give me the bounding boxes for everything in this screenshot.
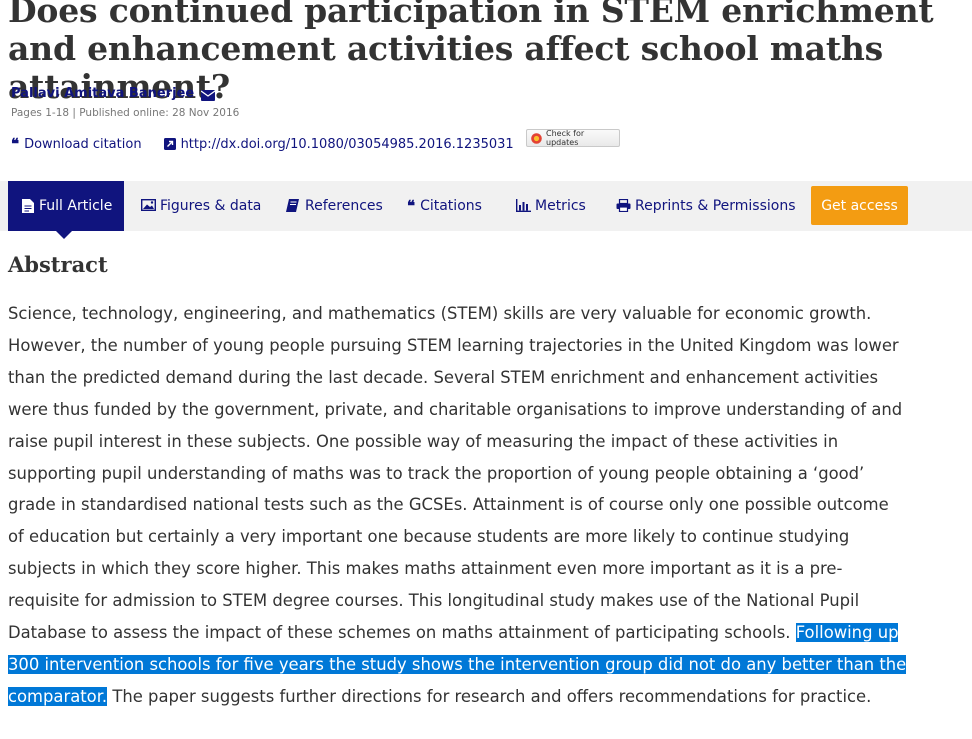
article-links: ❝ Download citation http://dx.doi.org/10… [11, 134, 514, 154]
check-for-updates-button[interactable]: Check for updates [526, 129, 620, 147]
abstract-heading: Abstract [8, 252, 108, 277]
check-for-updates-label: Check for updates [546, 129, 585, 147]
image-icon [140, 198, 157, 213]
quote-icon: ❝ [407, 197, 416, 215]
quote-icon: ❝ [11, 135, 20, 153]
doi-label: http://dx.doi.org/10.1080/03054985.2016.… [180, 136, 514, 152]
author-row: Pallavi Amitava Banerjee [11, 84, 216, 102]
author-link[interactable]: Pallavi Amitava Banerjee [11, 86, 194, 101]
download-citation-label: Download citation [24, 136, 142, 152]
print-icon [616, 198, 631, 213]
abstract-text-start: Science, technology, engineering, and ma… [8, 304, 903, 643]
tab-figures-data-label: Figures & data [160, 198, 262, 214]
bar-chart-icon [516, 199, 531, 213]
tab-full-article[interactable]: Full Article [8, 181, 124, 239]
tab-metrics-label: Metrics [535, 198, 586, 214]
external-link-icon [163, 138, 176, 150]
crossmark-icon [531, 132, 542, 144]
document-icon [22, 199, 34, 213]
book-icon [286, 199, 300, 213]
tab-figures-data[interactable]: Figures & data [140, 181, 262, 231]
envelope-icon[interactable] [200, 88, 216, 101]
tab-citations-label: Citations [420, 198, 482, 214]
download-citation-link[interactable]: ❝ Download citation [11, 137, 142, 152]
tab-reprints-label: Reprints & Permissions [635, 198, 796, 214]
abstract-text: Science, technology, engineering, and ma… [8, 298, 908, 713]
tab-reprints-permissions[interactable]: Reprints & Permissions [616, 181, 796, 231]
tab-references[interactable]: References [286, 181, 383, 231]
tab-references-label: References [305, 198, 383, 214]
doi-link[interactable]: http://dx.doi.org/10.1080/03054985.2016.… [163, 136, 514, 152]
abstract-text-end: The paper suggests further directions fo… [107, 686, 872, 706]
get-access-button[interactable]: Get access [811, 186, 908, 225]
tab-citations[interactable]: ❝ Citations [407, 181, 482, 231]
tab-metrics[interactable]: Metrics [516, 181, 586, 231]
tab-full-article-label: Full Article [39, 198, 113, 214]
publication-info: Pages 1-18 | Published online: 28 Nov 20… [11, 107, 240, 119]
